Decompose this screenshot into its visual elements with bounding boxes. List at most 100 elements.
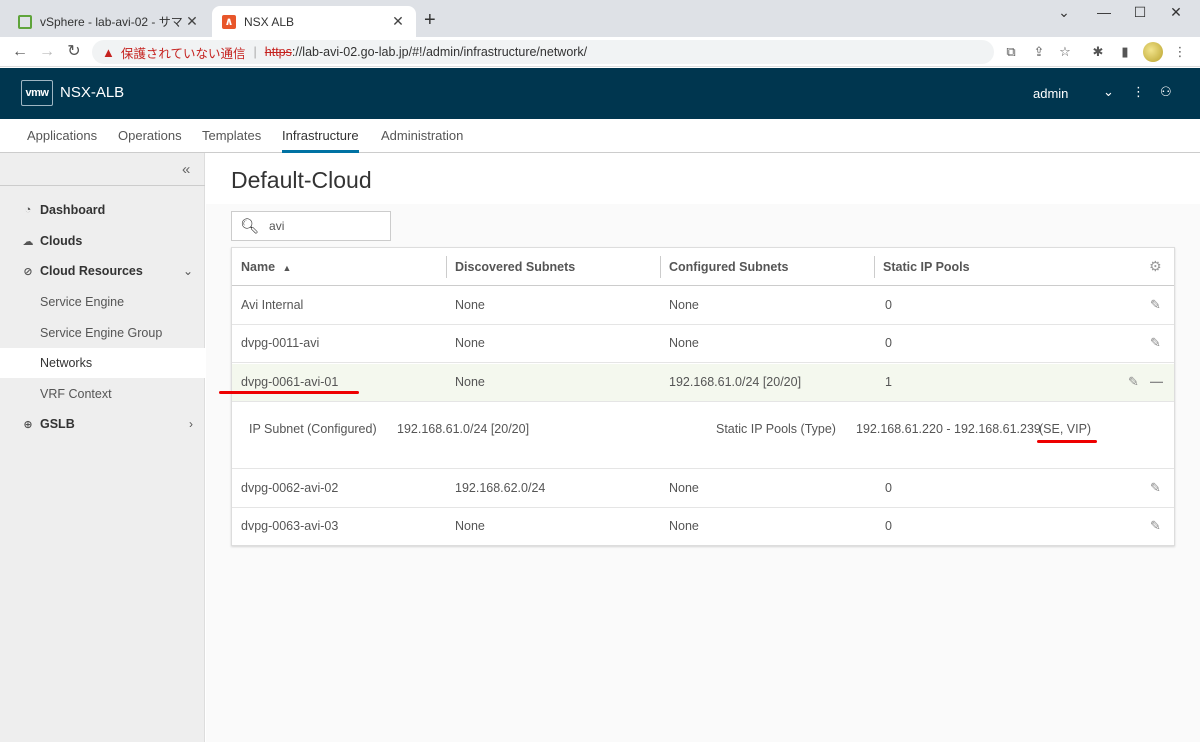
translate-icon[interactable]: ⧉ <box>1001 42 1021 62</box>
cell-name[interactable]: Avi Internal <box>241 298 303 312</box>
cell-name[interactable]: dvpg-0063-avi-03 <box>241 519 338 533</box>
networks-table: Name ▲ Discovered Subnets Configured Sub… <box>231 247 1175 546</box>
cell-discovered: None <box>455 519 485 533</box>
table-header: Name ▲ Discovered Subnets Configured Sub… <box>232 248 1174 286</box>
search-input[interactable]: 🔍︎ avi <box>231 211 391 241</box>
main-nav: Applications Operations Templates Infras… <box>0 119 1200 153</box>
browser-tab-bar: vSphere - lab-avi-02 - サマリ ✕ ∧ NSX ALB ✕… <box>0 0 1200 37</box>
column-header-name[interactable]: Name ▲ <box>241 260 291 274</box>
detail-pools-type: (SE, VIP) <box>1039 422 1092 436</box>
column-header-static-ip-pools[interactable]: Static IP Pools <box>883 260 970 274</box>
cell-configured: None <box>669 519 699 533</box>
minimize-icon[interactable]: — <box>1094 4 1114 20</box>
chevron-down-icon[interactable]: ⌄ <box>1103 84 1114 100</box>
nav-infrastructure[interactable]: Infrastructure <box>282 128 359 153</box>
forward-icon[interactable]: → <box>37 42 57 62</box>
sidebar-item-networks[interactable]: Networks <box>0 348 205 378</box>
table-row[interactable]: dvpg-0063-avi-03 None None 0 ✎ <box>232 508 1174 546</box>
nav-administration[interactable]: Administration <box>381 128 463 153</box>
browser-menu-icon[interactable]: ⋮ <box>1170 42 1190 62</box>
sidebar-item-clouds[interactable]: ☁ Clouds <box>0 226 205 256</box>
vsphere-favicon-icon <box>18 14 32 29</box>
search-icon: 🔍︎ <box>240 218 260 235</box>
sidebar-item-gslb[interactable]: ⊕ GSLB › <box>0 409 205 439</box>
reload-icon[interactable]: ↻ <box>64 42 84 62</box>
nav-operations[interactable]: Operations <box>118 128 182 153</box>
column-header-configured-subnets[interactable]: Configured Subnets <box>669 260 788 274</box>
cell-name[interactable]: dvpg-0061-avi-01 <box>241 375 338 389</box>
cell-pools: 0 <box>885 336 892 350</box>
vmware-logo: vmw <box>21 80 53 106</box>
cloud-resources-icon: ⊘ <box>23 265 33 278</box>
cell-discovered: None <box>455 298 485 312</box>
search-value: avi <box>269 219 285 233</box>
tab-search-icon[interactable]: ⌄ <box>1054 4 1074 21</box>
table-row[interactable]: dvpg-0011-avi None None 0 ✎ <box>232 325 1174 363</box>
column-header-discovered-subnets[interactable]: Discovered Subnets <box>455 260 575 274</box>
cell-name[interactable]: dvpg-0011-avi <box>241 336 319 350</box>
column-separator[interactable] <box>660 256 661 278</box>
annotation-underline <box>219 391 359 394</box>
user-name[interactable]: admin <box>1033 86 1068 101</box>
tab-title: NSX ALB <box>244 14 295 29</box>
sidebar-item-cloud-resources[interactable]: ⊘ Cloud Resources ⌄ <box>0 256 205 286</box>
cell-pools: 0 <box>885 519 892 533</box>
browser-tab-vsphere[interactable]: vSphere - lab-avi-02 - サマリ ✕ <box>8 6 210 37</box>
tab-close-icon[interactable]: ✕ <box>184 13 200 30</box>
tab-close-icon[interactable]: ✕ <box>390 13 406 30</box>
sidebar-item-dashboard[interactable]: ◔ Dashboard <box>0 195 205 225</box>
edit-pencil-icon[interactable]: ✎ <box>1150 480 1161 496</box>
column-separator[interactable] <box>874 256 875 278</box>
edit-pencil-icon[interactable]: ✎ <box>1150 518 1161 534</box>
extensions-icon[interactable]: ✱ <box>1088 42 1108 62</box>
table-row[interactable]: Avi Internal None None 0 ✎ <box>232 287 1174 325</box>
column-separator[interactable] <box>446 256 447 278</box>
annotation-underline <box>1037 440 1097 443</box>
sidebar-item-vrf-context[interactable]: VRF Context <box>0 379 205 409</box>
browser-tab-nsx-alb[interactable]: ∧ NSX ALB ✕ <box>212 6 416 37</box>
sidebar-item-service-engine-group[interactable]: Service Engine Group <box>0 318 205 348</box>
detail-subnet-value: 192.168.61.0/24 [20/20] <box>397 422 530 436</box>
app-title: NSX-ALB <box>60 84 125 101</box>
page-title: Default-Cloud <box>231 167 372 193</box>
cell-pools: 0 <box>885 481 892 495</box>
back-icon[interactable]: ← <box>10 42 30 62</box>
address-separator: | <box>253 45 257 59</box>
address-bar[interactable]: ▲ 保護されていない通信 | https ://lab-avi-02.go-la… <box>92 40 994 64</box>
table-row[interactable]: dvpg-0062-avi-02 192.168.62.0/24 None 0 … <box>232 470 1174 508</box>
window-close-icon[interactable]: ✕ <box>1166 4 1186 21</box>
edit-pencil-icon[interactable]: ✎ <box>1128 374 1139 390</box>
user-icon[interactable]: ⚇ <box>1160 84 1172 100</box>
table-row-expanded[interactable]: dvpg-0061-avi-01 None 192.168.61.0/24 [2… <box>232 364 1174 402</box>
sidebar-item-label: Service Engine <box>40 295 125 309</box>
sidebar-item-service-engine[interactable]: Service Engine <box>0 287 205 317</box>
cell-configured: None <box>669 481 699 495</box>
share-icon[interactable]: ⇪ <box>1029 42 1049 62</box>
bookmark-star-icon[interactable]: ☆ <box>1055 42 1075 62</box>
side-panel-icon[interactable]: ▮ <box>1115 42 1135 62</box>
cell-configured: None <box>669 298 699 312</box>
sidebar: « ◔ Dashboard ☁ Clouds ⊘ Cloud Resources… <box>0 153 205 742</box>
edit-pencil-icon[interactable]: ✎ <box>1150 297 1161 313</box>
edit-pencil-icon[interactable]: ✎ <box>1150 335 1161 351</box>
security-warning[interactable]: ▲ 保護されていない通信 <box>102 43 246 62</box>
gear-icon[interactable]: ⚙ <box>1149 258 1162 275</box>
nav-templates[interactable]: Templates <box>202 128 261 153</box>
cloud-icon: ☁ <box>22 235 34 248</box>
cell-discovered: None <box>455 336 485 350</box>
collapse-row-icon[interactable]: — <box>1150 374 1163 389</box>
cell-name[interactable]: dvpg-0062-avi-02 <box>241 481 338 495</box>
new-tab-button[interactable]: + <box>424 10 436 30</box>
row-detail-panel: IP Subnet (Configured) 192.168.61.0/24 [… <box>232 402 1174 469</box>
maximize-icon[interactable]: ☐ <box>1130 4 1150 21</box>
collapse-sidebar-icon[interactable]: « <box>182 161 190 178</box>
nsx-favicon-icon: ∧ <box>222 14 236 29</box>
more-vertical-icon[interactable]: ⋮ <box>1132 84 1145 100</box>
sidebar-item-label: GSLB <box>40 417 75 431</box>
nav-applications[interactable]: Applications <box>27 128 97 153</box>
sidebar-item-label: Service Engine Group <box>40 326 163 340</box>
sidebar-item-label: Networks <box>40 356 93 370</box>
cell-discovered: None <box>455 375 485 389</box>
profile-avatar[interactable] <box>1143 42 1163 62</box>
sidebar-item-label: VRF Context <box>40 387 112 401</box>
